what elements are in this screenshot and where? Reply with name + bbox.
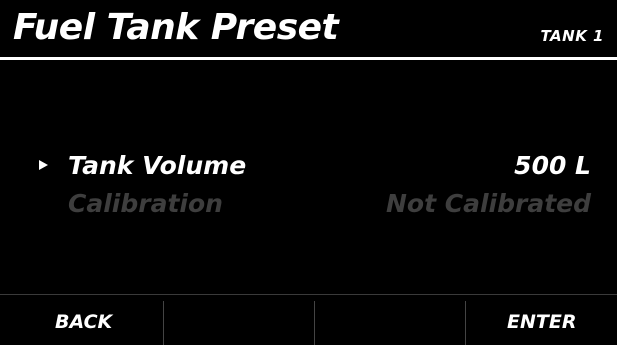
header: Fuel Tank Preset TANK 1 [0, 0, 617, 56]
display-screen: Fuel Tank Preset TANK 1 Tank Volume 500 … [0, 0, 617, 345]
tank-indicator: TANK 1 [540, 27, 604, 45]
softkey-3[interactable] [315, 295, 467, 345]
menu-item-value: 500 L [514, 151, 591, 180]
menu-item-value: Not Calibrated [385, 189, 591, 218]
enter-button[interactable]: ENTER [466, 295, 617, 345]
softkey-2[interactable] [163, 295, 315, 345]
back-button-label: BACK [55, 311, 113, 333]
page-title: Fuel Tank Preset [13, 7, 339, 48]
softkey-bar: BACK ENTER [0, 294, 617, 345]
back-button[interactable]: BACK [0, 295, 152, 345]
menu-item-label: Calibration [68, 189, 223, 218]
menu-item-label: Tank Volume [68, 151, 247, 180]
enter-button-label: ENTER [507, 311, 577, 333]
menu-item-calibration[interactable]: Calibration Not Calibrated [0, 186, 617, 222]
selection-arrow-icon [39, 160, 48, 170]
menu-item-tank-volume[interactable]: Tank Volume 500 L [0, 148, 617, 184]
header-divider [0, 57, 617, 60]
